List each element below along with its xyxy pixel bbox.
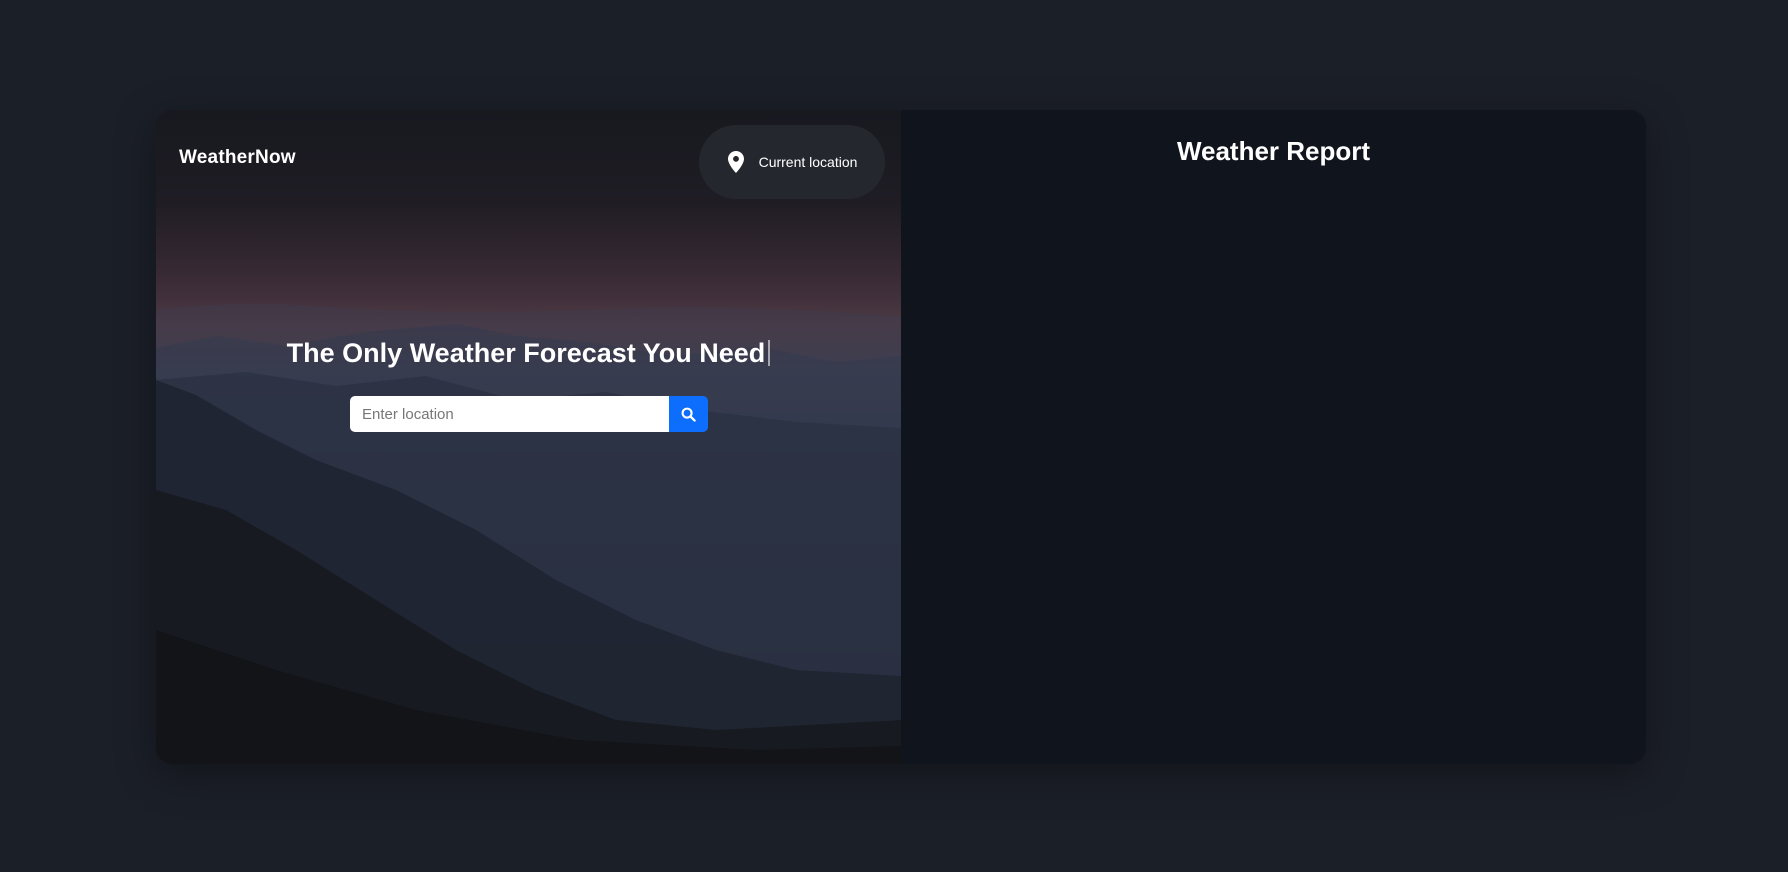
search-button[interactable]	[669, 396, 708, 432]
hero-headline: The Only Weather Forecast You Need	[156, 338, 901, 369]
typing-caret	[768, 340, 771, 366]
weather-report-panel: Weather Report	[901, 110, 1646, 764]
location-search-input[interactable]	[350, 396, 669, 432]
mountain-background-image	[156, 303, 901, 764]
hero-panel: WeatherNow Current location The Only Wea…	[156, 110, 901, 764]
hero-headline-text: The Only Weather Forecast You Need	[286, 338, 766, 368]
brand-logo[interactable]: WeatherNow	[179, 147, 296, 169]
current-location-button[interactable]: Current location	[699, 125, 885, 199]
app-card: WeatherNow Current location The Only Wea…	[156, 110, 1646, 764]
current-location-label: Current location	[758, 154, 858, 170]
search-icon	[681, 407, 696, 422]
map-pin-icon	[727, 151, 744, 173]
search-bar	[350, 396, 708, 432]
weather-report-title: Weather Report	[1176, 136, 1371, 166]
